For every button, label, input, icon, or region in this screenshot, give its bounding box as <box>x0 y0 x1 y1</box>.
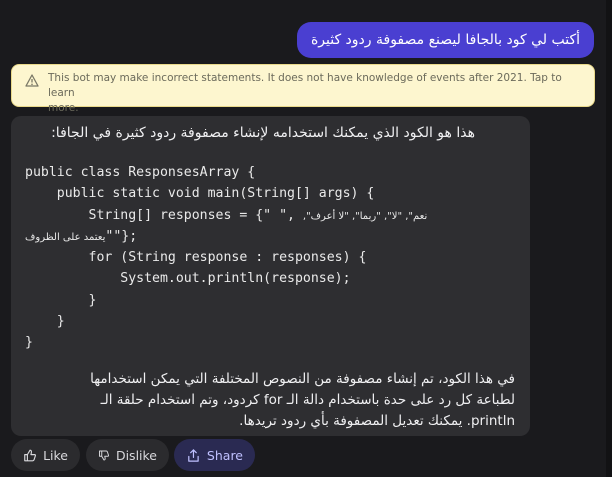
outro-line: println. يمكنك تعديل المصفوفة بأي ردود ت… <box>239 413 515 429</box>
code-fragment: ""}; <box>105 228 138 244</box>
bot-intro-text: هذا هو الكود الذي يمكنك استخدامه لإنشاء … <box>51 125 475 141</box>
share-icon <box>188 448 199 462</box>
code-arabic-fragment: نعم", "لا", "ربما", "لا أعرف", <box>302 210 428 222</box>
code-line: for (String response : responses) { <box>25 250 367 266</box>
outro-line: لطباعة كل رد على حدة باستخدام دالة الـ f… <box>100 392 515 408</box>
warning-icon <box>25 74 39 87</box>
code-line: String[] responses = {" ", نعم", "لا", "… <box>25 205 520 226</box>
user-message-bubble: أكتب لي كود بالجافا ليصنع مصفوفة ردود كث… <box>296 22 594 58</box>
dislike-label: Dislike <box>115 447 157 463</box>
share-label: Share <box>206 447 243 463</box>
thumbs-down-icon <box>99 450 110 460</box>
code-line: public class ResponsesArray { <box>25 165 256 180</box>
like-label: Like <box>43 447 68 463</box>
code-block: public class ResponsesArray { public sta… <box>25 162 520 354</box>
code-line: يعتمد على الظروف""}; <box>25 226 520 247</box>
like-button[interactable]: Like <box>11 439 80 471</box>
code-line: System.out.println(response); <box>25 271 351 287</box>
code-line: } <box>25 314 65 330</box>
disclaimer-text-line2: more. <box>48 102 79 114</box>
window-edge <box>606 0 612 477</box>
bot-outro-text: في هذا الكود، تم إنشاء مصفوفة من النصوص … <box>25 369 515 432</box>
bot-message-bubble: هذا هو الكود الذي يمكنك استخدامه لإنشاء … <box>11 116 530 436</box>
code-fragment: String[] responses = {" ", <box>25 207 295 223</box>
outro-line: في هذا الكود، تم إنشاء مصفوفة من النصوص … <box>90 371 515 387</box>
code-line: } <box>25 335 33 351</box>
code-line: public static void main(String[] args) { <box>25 186 375 202</box>
disclaimer-banner[interactable]: This bot may make incorrect statements. … <box>11 64 595 114</box>
code-arabic-fragment: يعتمد على الظروف <box>25 231 106 243</box>
dislike-button[interactable]: Dislike <box>86 439 169 471</box>
code-line: } <box>25 292 97 308</box>
thumbs-up-icon <box>24 449 36 461</box>
share-button[interactable]: Share <box>174 439 255 471</box>
disclaimer-text-line1: This bot may make incorrect statements. … <box>48 72 562 99</box>
